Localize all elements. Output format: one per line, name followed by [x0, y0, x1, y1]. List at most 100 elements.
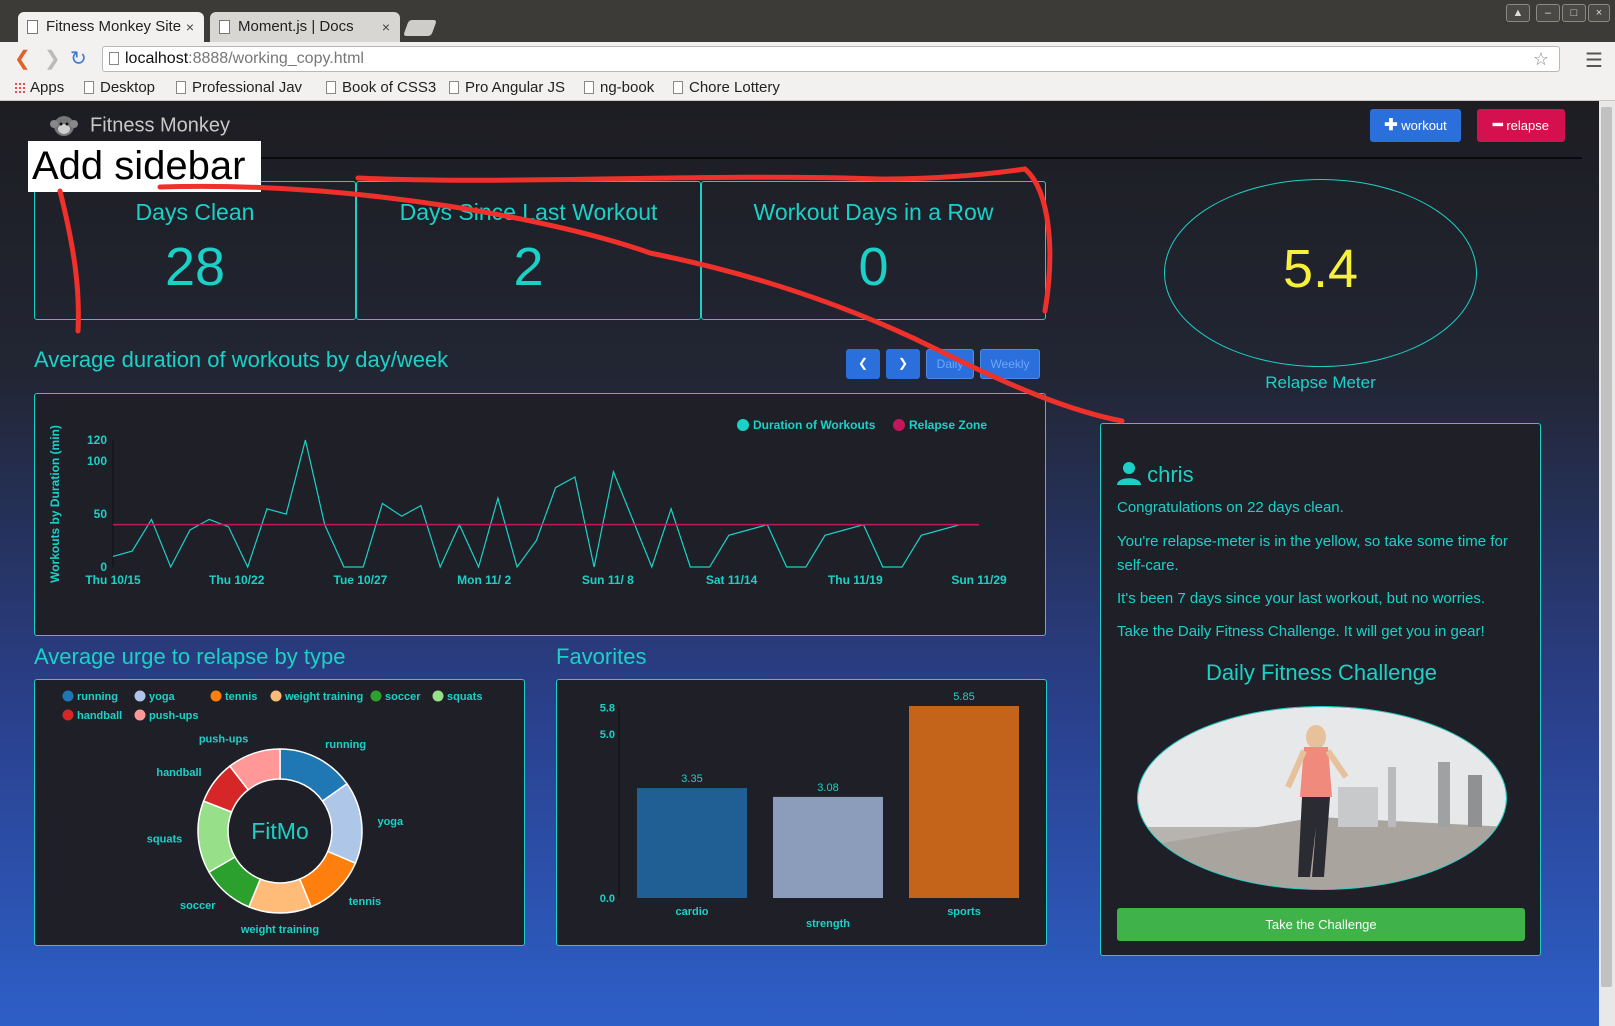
relapse-meter-caption: Relapse Meter: [1265, 373, 1376, 392]
bar-category-label: cardio: [675, 906, 708, 918]
plus-icon: ✚: [1384, 117, 1398, 134]
monkey-logo-icon: [50, 116, 78, 136]
bar: [909, 706, 1019, 898]
bar-value-label: 3.35: [681, 773, 702, 785]
menu-icon[interactable]: ☰: [1585, 48, 1603, 73]
profile-icon[interactable]: ▲: [1506, 4, 1530, 22]
legend-dot: [134, 690, 146, 702]
page-icon: [326, 81, 336, 94]
add-relapse-button[interactable]: ━ relapse: [1477, 109, 1565, 142]
legend-dot: [370, 690, 382, 702]
bookmark-desktop[interactable]: Desktop: [82, 78, 155, 98]
stat-value: 2: [513, 237, 544, 297]
slice-label: tennis: [349, 896, 381, 908]
daily-toggle[interactable]: Daily: [926, 349, 974, 379]
page-icon: [176, 81, 186, 94]
stat-label: Workout Days in a Row: [753, 199, 994, 225]
legend-label: push-ups: [149, 710, 199, 722]
take-challenge-button[interactable]: Take the Challenge: [1117, 908, 1525, 941]
slice-label: yoga: [377, 816, 404, 828]
page-icon: [109, 52, 119, 65]
runner-photo: [1138, 707, 1506, 889]
tab-moment-docs[interactable]: Moment.js | Docs ×: [210, 12, 400, 42]
minimize-button[interactable]: –: [1536, 4, 1560, 22]
relapse-meter-value: 5.4: [1282, 239, 1359, 299]
legend-label: running: [77, 691, 118, 703]
bookmark-pro-angular[interactable]: Pro Angular JS: [447, 78, 565, 98]
page-icon: [27, 20, 38, 34]
x-tick-label: Thu 11/19: [828, 573, 883, 587]
y-tick-label: 100: [87, 454, 107, 468]
chevron-right-icon: ❯: [897, 356, 909, 370]
bookmark-book-of-css3[interactable]: Book of CSS3: [324, 78, 436, 98]
bookmark-label: Book of CSS3: [342, 79, 437, 96]
x-tick-label: Mon 11/ 2: [457, 573, 511, 587]
bookmarks-bar: Apps Desktop Professional Jav Book of CS…: [0, 76, 1615, 101]
y-tick-label: 50: [94, 507, 108, 521]
stat-label: Days Clean: [135, 199, 255, 225]
bar-category-label: sports: [947, 906, 981, 918]
urge-chart-panel: running yoga tennis weight training soccer sq…: [34, 679, 525, 946]
header-divider: [34, 157, 1582, 159]
chevron-left-icon: ❮: [857, 356, 869, 370]
x-tick-label: Thu 10/15: [85, 573, 141, 587]
legend-relapse-dot: [893, 419, 905, 431]
bookmark-ng-book[interactable]: ng-book: [582, 78, 654, 98]
slice-label: handball: [156, 767, 201, 779]
stat-days-clean: Days Clean 28: [34, 181, 356, 320]
bookmark-star-icon[interactable]: ☆: [1533, 47, 1549, 71]
user-message: Take the Daily Fitness Challenge. It wil…: [1117, 623, 1485, 640]
stat-workout-streak: Workout Days in a Row 0: [701, 181, 1046, 320]
bookmark-apps[interactable]: Apps: [12, 78, 64, 98]
page-icon: [584, 81, 594, 94]
y-tick-label: 0: [100, 560, 107, 574]
x-tick-label: Sun 11/ 8: [582, 573, 634, 587]
x-tick-label: Sun 11/29: [951, 573, 1007, 587]
page-icon: [449, 81, 459, 94]
page-scrollbar[interactable]: [1599, 101, 1615, 1026]
forward-icon[interactable]: ❯: [44, 48, 61, 70]
back-icon[interactable]: ❮: [14, 48, 31, 70]
prev-button[interactable]: ❮: [846, 349, 880, 379]
maximize-button[interactable]: □: [1562, 4, 1586, 22]
next-button[interactable]: ❯: [886, 349, 920, 379]
page-icon: [673, 81, 683, 94]
address-bar[interactable]: localhost:8888/working_copy.html ☆: [102, 46, 1560, 72]
new-tab-button[interactable]: [403, 20, 437, 36]
weekly-toggle[interactable]: Weekly: [980, 349, 1040, 379]
reload-icon[interactable]: ↻: [70, 48, 87, 70]
legend-dot: [210, 690, 222, 702]
duration-series-line: [112, 439, 979, 569]
legend-label: soccer: [385, 691, 421, 703]
bar: [637, 788, 747, 898]
favorites-section-title: Favorites: [556, 644, 647, 669]
close-window-button[interactable]: ×: [1588, 4, 1610, 22]
browser-toolbar: ❮ ❯ ↻ localhost:8888/working_copy.html ☆…: [0, 42, 1615, 76]
stat-days-since-workout: Days Since Last Workout 2: [356, 181, 701, 320]
legend-label: squats: [447, 691, 482, 703]
slice-label: soccer: [180, 900, 216, 912]
scrollbar-thumb[interactable]: [1601, 107, 1612, 987]
page-viewport: Fitness Monkey ✚ workout ━ relapse Days …: [0, 101, 1599, 1026]
x-tick-label: Thu 10/22: [209, 573, 265, 587]
challenge-photo: [1137, 706, 1507, 890]
donut-center-label: FitMo: [251, 818, 309, 844]
slice-label: squats: [147, 833, 182, 845]
tab-fitness-monkey[interactable]: Fitness Monkey Site ×: [18, 12, 204, 42]
bookmark-chore-lottery[interactable]: Chore Lottery: [671, 78, 780, 98]
user-message: Congratulations on 22 days clean.: [1117, 499, 1344, 516]
relapse-button-label: relapse: [1506, 118, 1549, 133]
legend-label: weight training: [284, 691, 363, 703]
urge-donut-chart: running yoga tennis weight training soccer sq…: [62, 690, 482, 936]
stat-label: Days Since Last Workout: [399, 199, 658, 225]
brand[interactable]: Fitness Monkey: [46, 111, 230, 141]
close-icon[interactable]: ×: [382, 12, 390, 42]
legend-label: yoga: [149, 691, 176, 703]
slice-label: push-ups: [199, 733, 249, 745]
close-icon[interactable]: ×: [186, 12, 194, 42]
add-workout-button[interactable]: ✚ workout: [1370, 109, 1461, 142]
bookmark-professional-java[interactable]: Professional Jav: [174, 78, 302, 98]
y-axis-label: Workouts by Duration (min): [48, 425, 62, 583]
duration-section-title: Average duration of workouts by day/week: [34, 347, 449, 372]
legend-label: tennis: [225, 691, 257, 703]
